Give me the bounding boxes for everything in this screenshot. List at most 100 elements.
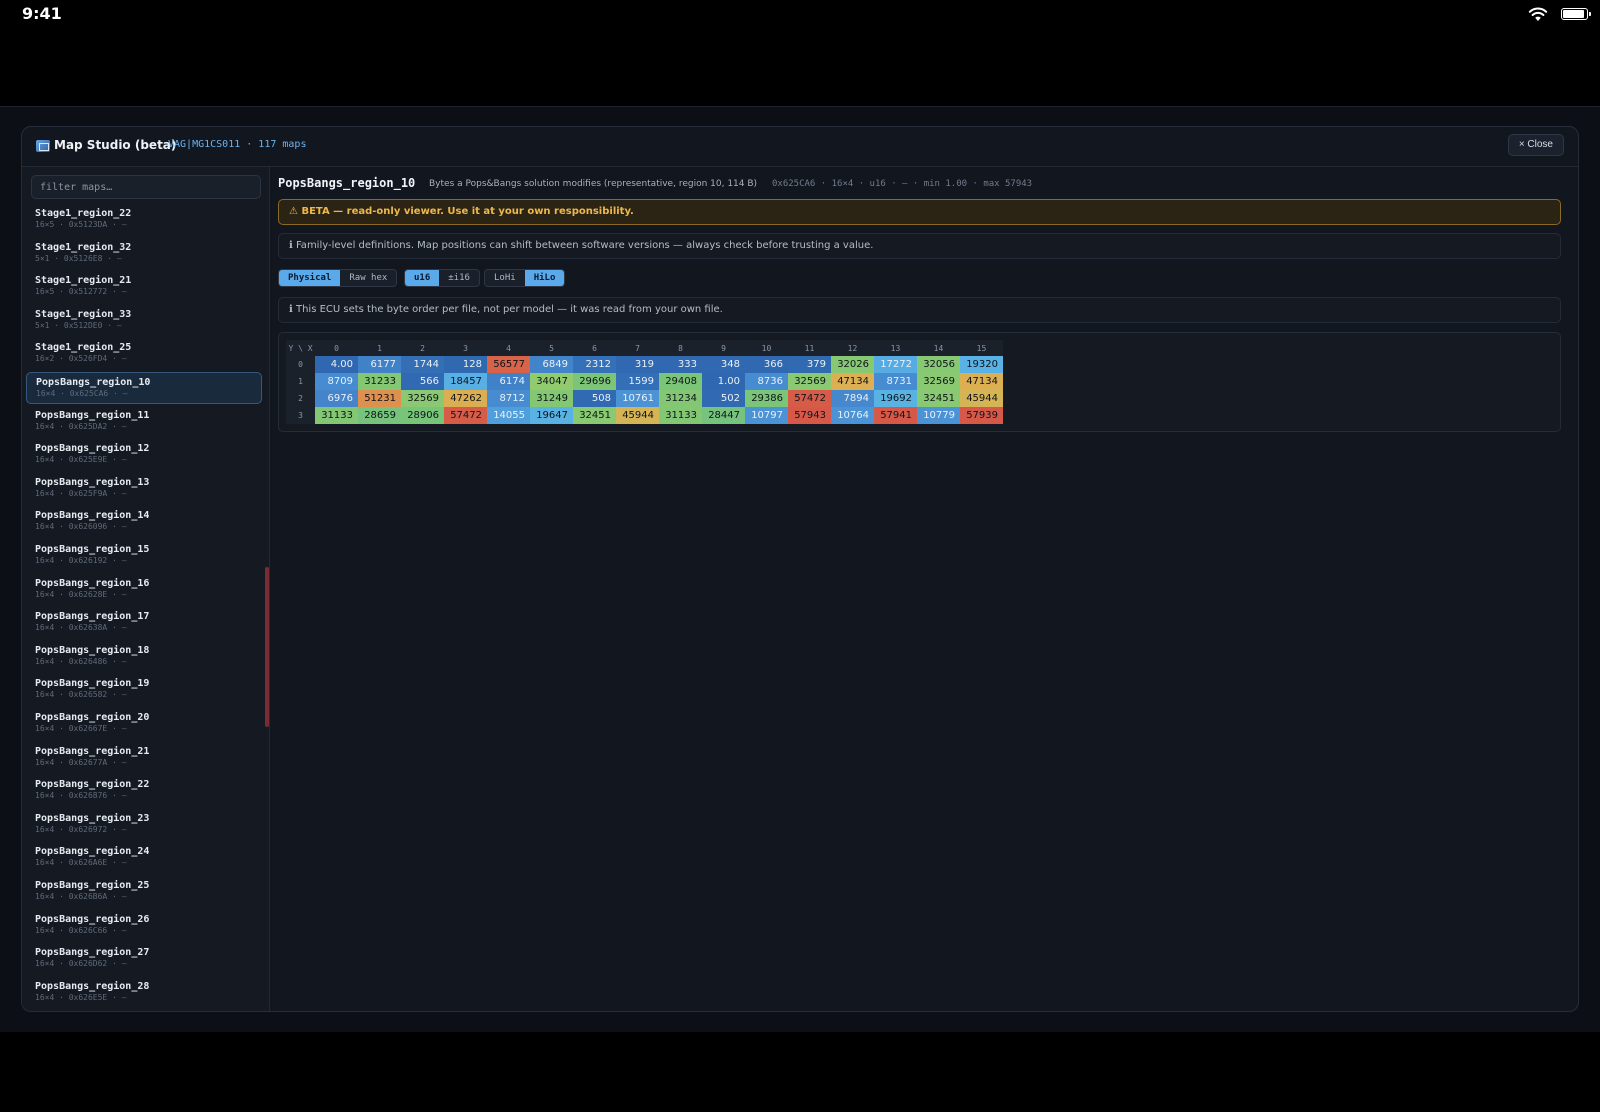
- grid-cell[interactable]: 128: [444, 356, 487, 373]
- map-list-item[interactable]: PopsBangs_region_24 16×4 · 0x626A6E · —: [26, 842, 262, 874]
- map-list-item[interactable]: PopsBangs_region_26 16×4 · 0x626C66 · —: [26, 910, 262, 942]
- grid-cell[interactable]: 29696: [573, 373, 616, 390]
- map-list-item[interactable]: PopsBangs_region_17 16×4 · 0x62638A · —: [26, 607, 262, 639]
- map-list-item[interactable]: Stage1_region_32 5×1 · 0x5126E8 · —: [26, 238, 262, 270]
- grid-cell[interactable]: 502: [702, 390, 745, 407]
- grid-cell[interactable]: 31234: [659, 390, 702, 407]
- map-list-item[interactable]: PopsBangs_region_21 16×4 · 0x62677A · —: [26, 742, 262, 774]
- map-list-item[interactable]: PopsBangs_region_25 16×4 · 0x626B6A · —: [26, 876, 262, 908]
- map-list-item-name: PopsBangs_region_10: [36, 377, 151, 388]
- grid-cell[interactable]: 45944: [960, 390, 1003, 407]
- grid-cell[interactable]: 19647: [530, 407, 573, 424]
- sidebar-scrollbar[interactable]: [265, 567, 269, 727]
- map-list-item[interactable]: PopsBangs_region_11 16×4 · 0x625DA2 · —: [26, 406, 262, 438]
- map-list-item[interactable]: PopsBangs_region_27 16×4 · 0x626D62 · —: [26, 943, 262, 975]
- grid-cell[interactable]: 566: [401, 373, 444, 390]
- grid-cell[interactable]: 8712: [487, 390, 530, 407]
- grid-cell[interactable]: 32569: [788, 373, 831, 390]
- grid-cell[interactable]: 333: [659, 356, 702, 373]
- grid-cell[interactable]: 28906: [401, 407, 444, 424]
- grid-cell[interactable]: 32569: [401, 390, 444, 407]
- toggle-raw-hex[interactable]: Raw hex: [340, 270, 396, 286]
- grid-cell[interactable]: 31249: [530, 390, 573, 407]
- grid-cell[interactable]: 45944: [616, 407, 659, 424]
- grid-cell[interactable]: 14055: [487, 407, 530, 424]
- grid-cell[interactable]: 1744: [401, 356, 444, 373]
- grid-cell[interactable]: 31133: [315, 407, 358, 424]
- map-list-item[interactable]: Stage1_region_25 16×2 · 0x526FD4 · —: [26, 338, 262, 370]
- map-list-item[interactable]: PopsBangs_region_23 16×4 · 0x626972 · —: [26, 809, 262, 841]
- grid-cell[interactable]: 47262: [444, 390, 487, 407]
- grid-cell[interactable]: 28659: [358, 407, 401, 424]
- grid-cell[interactable]: 34047: [530, 373, 573, 390]
- grid-cell[interactable]: 28447: [702, 407, 745, 424]
- grid-cell[interactable]: 57472: [444, 407, 487, 424]
- grid-cell[interactable]: 47134: [831, 373, 874, 390]
- map-list-item[interactable]: PopsBangs_region_28 16×4 · 0x626E5E · —: [26, 977, 262, 1009]
- map-list-item[interactable]: PopsBangs_region_12 16×4 · 0x625E9E · —: [26, 439, 262, 471]
- toggle-u16[interactable]: u16: [405, 270, 440, 286]
- toggle-i16[interactable]: ±i16: [439, 270, 479, 286]
- toggle-hilo[interactable]: HiLo: [524, 270, 565, 286]
- grid-cell[interactable]: 57943: [788, 407, 831, 424]
- grid-cell[interactable]: 319: [616, 356, 659, 373]
- grid-cell[interactable]: 4.00: [315, 356, 358, 373]
- grid-cell[interactable]: 1.00: [702, 373, 745, 390]
- grid-cell[interactable]: 47134: [960, 373, 1003, 390]
- grid-cell[interactable]: 32569: [917, 373, 960, 390]
- map-list-item[interactable]: Stage1_region_22 16×5 · 0x5123DA · —: [26, 204, 262, 236]
- grid-cell[interactable]: 6177: [358, 356, 401, 373]
- toggle-lohi[interactable]: LoHi: [485, 270, 525, 286]
- grid-cell[interactable]: 6174: [487, 373, 530, 390]
- grid-cell[interactable]: 10761: [616, 390, 659, 407]
- grid-cell[interactable]: 31133: [659, 407, 702, 424]
- grid-cell[interactable]: 32451: [917, 390, 960, 407]
- grid-cell[interactable]: 19692: [874, 390, 917, 407]
- map-list-item[interactable]: PopsBangs_region_10 16×4 · 0x625CA6 · —: [26, 372, 262, 404]
- grid-cell[interactable]: 6976: [315, 390, 358, 407]
- grid-cell[interactable]: 56577: [487, 356, 530, 373]
- grid-cell[interactable]: 10797: [745, 407, 788, 424]
- map-list-item[interactable]: PopsBangs_region_13 16×4 · 0x625F9A · —: [26, 473, 262, 505]
- grid-cell[interactable]: 29386: [745, 390, 788, 407]
- grid-cell[interactable]: 31233: [358, 373, 401, 390]
- grid-cell[interactable]: 17272: [874, 356, 917, 373]
- grid-cell[interactable]: 32026: [831, 356, 874, 373]
- map-list-item[interactable]: PopsBangs_region_22 16×4 · 0x626876 · —: [26, 775, 262, 807]
- grid-cell[interactable]: 2312: [573, 356, 616, 373]
- map-list-item[interactable]: PopsBangs_region_19 16×4 · 0x626582 · —: [26, 674, 262, 706]
- grid-cell[interactable]: 57472: [788, 390, 831, 407]
- map-list-item[interactable]: PopsBangs_region_20 16×4 · 0x62667E · —: [26, 708, 262, 740]
- grid-cell[interactable]: 7894: [831, 390, 874, 407]
- grid-cell[interactable]: 51231: [358, 390, 401, 407]
- map-list-item[interactable]: PopsBangs_region_16 16×4 · 0x62628E · —: [26, 574, 262, 606]
- toggle-physical[interactable]: Physical: [279, 270, 341, 286]
- map-list-item[interactable]: PopsBangs_region_18 16×4 · 0x626486 · —: [26, 641, 262, 673]
- grid-cell[interactable]: 348: [702, 356, 745, 373]
- grid-cell[interactable]: 10764: [831, 407, 874, 424]
- grid-cell[interactable]: 508: [573, 390, 616, 407]
- grid-cell[interactable]: 1599: [616, 373, 659, 390]
- grid-cell[interactable]: 8709: [315, 373, 358, 390]
- filter-maps-input[interactable]: [31, 175, 261, 199]
- battery-icon: [1561, 8, 1591, 20]
- grid-cell[interactable]: 6849: [530, 356, 573, 373]
- grid-cell[interactable]: 10779: [917, 407, 960, 424]
- map-list-item[interactable]: Stage1_region_21 16×5 · 0x512772 · —: [26, 271, 262, 303]
- grid-cell[interactable]: 366: [745, 356, 788, 373]
- grid-cell[interactable]: 8731: [874, 373, 917, 390]
- grid-cell[interactable]: 379: [788, 356, 831, 373]
- close-button[interactable]: × Close: [1507, 134, 1564, 156]
- grid-cell[interactable]: 19320: [960, 356, 1003, 373]
- grid-cell[interactable]: 57939: [960, 407, 1003, 424]
- grid-cell[interactable]: 57941: [874, 407, 917, 424]
- grid-cell[interactable]: 32056: [917, 356, 960, 373]
- map-list-item[interactable]: PopsBangs_region_14 16×4 · 0x626096 · —: [26, 506, 262, 538]
- grid-cell[interactable]: 18457: [444, 373, 487, 390]
- grid-cell[interactable]: 29408: [659, 373, 702, 390]
- status-bar: 9:41: [0, 0, 1600, 30]
- grid-cell[interactable]: 8736: [745, 373, 788, 390]
- grid-cell[interactable]: 32451: [573, 407, 616, 424]
- map-list-item[interactable]: PopsBangs_region_15 16×4 · 0x626192 · —: [26, 540, 262, 572]
- map-list-item[interactable]: Stage1_region_33 5×1 · 0x512DE0 · —: [26, 305, 262, 337]
